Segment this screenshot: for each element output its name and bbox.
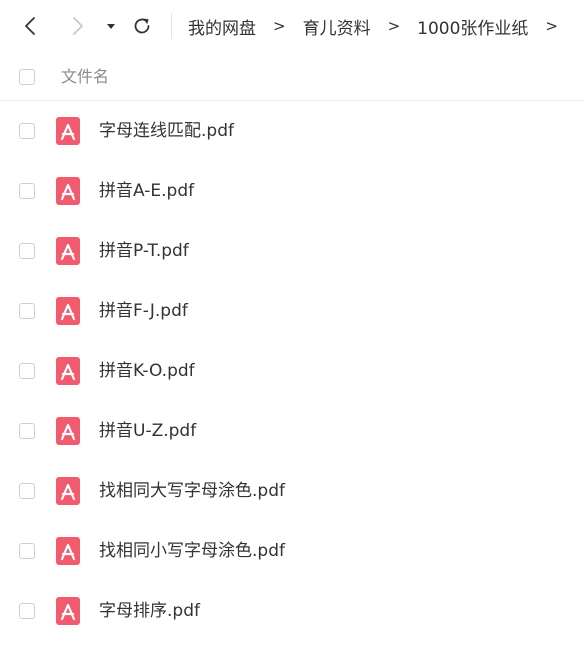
file-checkbox[interactable]	[19, 543, 35, 559]
file-name[interactable]: 找相同小写字母涂色.pdf	[99, 521, 285, 581]
file-name[interactable]: 拼音A-E.pdf	[99, 161, 194, 221]
file-row[interactable]: 拼音P-T.pdf	[0, 221, 584, 281]
file-checkbox[interactable]	[19, 303, 35, 319]
file-row[interactable]: 字母排序.pdf	[0, 581, 584, 641]
breadcrumb-item-my-drive[interactable]: 我的网盘	[188, 14, 256, 39]
file-name[interactable]: 字母连线匹配.pdf	[99, 101, 234, 161]
breadcrumb-item-parenting[interactable]: 育儿资料	[303, 14, 371, 39]
file-name[interactable]: 字母排序.pdf	[99, 581, 200, 641]
file-name[interactable]: 拼音K-O.pdf	[99, 341, 195, 401]
refresh-icon	[134, 18, 150, 34]
file-name[interactable]: 找相同大写字母涂色.pdf	[99, 461, 285, 521]
pdf-icon	[56, 417, 80, 445]
pdf-icon	[56, 237, 80, 265]
file-list-header: 文件名	[0, 54, 584, 101]
file-row[interactable]: 拼音U-Z.pdf	[0, 401, 584, 461]
pdf-icon	[56, 177, 80, 205]
file-row[interactable]: 找相同小写字母涂色.pdf	[0, 521, 584, 581]
file-name[interactable]: 拼音U-Z.pdf	[99, 401, 196, 461]
column-header-filename[interactable]: 文件名	[61, 54, 109, 100]
history-dropdown-button[interactable]	[101, 14, 121, 38]
pdf-icon	[56, 537, 80, 565]
file-checkbox[interactable]	[19, 603, 35, 619]
file-row[interactable]: 字母连线匹配.pdf	[0, 101, 584, 161]
file-name[interactable]: 拼音F-J.pdf	[99, 281, 188, 341]
file-row[interactable]: 拼音F-J.pdf	[0, 281, 584, 341]
breadcrumb-separator: >	[273, 17, 286, 35]
chevron-right-icon	[73, 17, 83, 35]
toolbar-divider	[171, 13, 172, 39]
pdf-icon	[56, 117, 80, 145]
breadcrumb-item-worksheets[interactable]: 1000张作业纸	[417, 14, 528, 39]
caret-down-icon	[107, 24, 115, 29]
file-name[interactable]: 拼音P-T.pdf	[99, 221, 189, 281]
forward-button[interactable]	[65, 14, 89, 38]
pdf-icon	[56, 477, 80, 505]
file-row[interactable]: 拼音A-E.pdf	[0, 161, 584, 221]
file-checkbox[interactable]	[19, 243, 35, 259]
file-checkbox[interactable]	[19, 483, 35, 499]
file-checkbox[interactable]	[19, 363, 35, 379]
refresh-button[interactable]	[130, 14, 154, 38]
chevron-left-icon	[25, 17, 35, 35]
file-row[interactable]: 找相同大写字母涂色.pdf	[0, 461, 584, 521]
pdf-icon	[56, 357, 80, 385]
toolbar: 我的网盘 > 育儿资料 > 1000张作业纸 >	[0, 0, 584, 52]
back-button[interactable]	[19, 14, 43, 38]
file-checkbox[interactable]	[19, 123, 35, 139]
breadcrumb-separator: >	[387, 17, 401, 35]
file-checkbox[interactable]	[19, 423, 35, 439]
breadcrumb-separator: >	[545, 17, 558, 35]
select-all-checkbox[interactable]	[19, 69, 35, 85]
file-row[interactable]: 拼音K-O.pdf	[0, 341, 584, 401]
pdf-icon	[56, 597, 80, 625]
file-list: 字母连线匹配.pdf 拼音A-E.pdf 拼音P-T.pdf 拼音F-J.pdf…	[0, 101, 584, 641]
breadcrumb: 我的网盘 > 育儿资料 > 1000张作业纸 >	[188, 0, 575, 52]
pdf-icon	[56, 297, 80, 325]
file-checkbox[interactable]	[19, 183, 35, 199]
